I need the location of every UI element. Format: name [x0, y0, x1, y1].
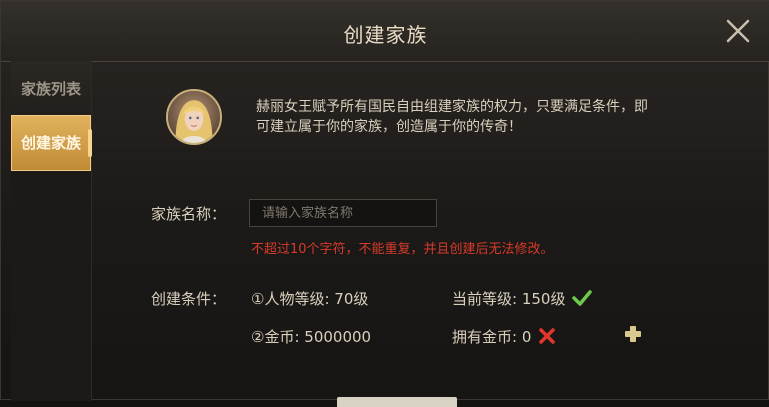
current-level-text: 当前等级: 150级: [452, 290, 566, 308]
clan-name-input[interactable]: [249, 199, 437, 227]
queen-avatar: [166, 89, 222, 145]
dialog-title: 创建家族: [343, 23, 428, 47]
create-button-edge[interactable]: [337, 397, 457, 407]
current-level-status: 当前等级: 150级: [452, 288, 592, 309]
dialog-header: 创建家族: [1, 1, 769, 62]
tab-clan-list[interactable]: 家族列表: [11, 61, 91, 117]
level-requirement: ①人物等级: 70级: [251, 290, 369, 308]
check-icon: [572, 290, 592, 306]
create-clan-dialog: 创建家族 家族列表 创建家族 赫丽女王赋予所有国民自由组建家族的权力，只要满足条…: [0, 0, 769, 407]
close-icon[interactable]: [724, 17, 752, 45]
sidebar: 家族列表 创建家族: [11, 61, 92, 401]
gold-requirement: ②金币: 5000000: [251, 328, 372, 346]
intro-description: 赫丽女王赋予所有国民自由组建家族的权力，只要满足条件，即可建立属于你的家族，创造…: [256, 99, 648, 135]
clan-name-hint: 不超过10个字符，不能重复，并且创建后无法修改。: [251, 242, 554, 257]
current-gold-status: 拥有金币: 0: [452, 326, 556, 347]
add-gold-icon[interactable]: [623, 324, 643, 344]
cross-icon: [539, 328, 555, 344]
tab-create-clan[interactable]: 创建家族: [11, 115, 92, 171]
conditions-label: 创建条件：: [151, 290, 227, 308]
current-gold-text: 拥有金币: 0: [452, 328, 532, 346]
clan-name-label: 家族名称：: [151, 205, 227, 223]
